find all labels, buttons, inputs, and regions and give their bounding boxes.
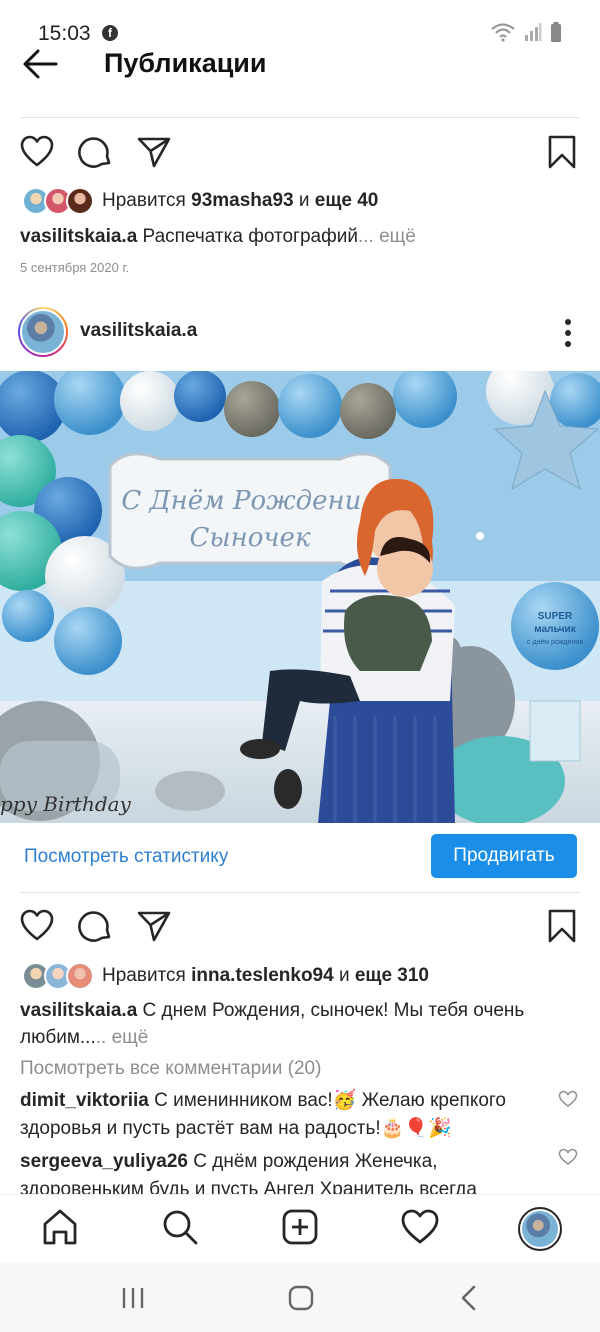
- status-icons: [490, 22, 562, 42]
- bottom-navigation: [0, 1194, 600, 1260]
- comment-icon[interactable]: [78, 134, 114, 170]
- divider: [20, 892, 580, 893]
- search-icon[interactable]: [158, 1205, 202, 1249]
- comment-username[interactable]: dimit_viktoriia: [20, 1090, 149, 1111]
- post-photo[interactable]: С Днём Рождения Сыночек SUPER мальчик с …: [0, 371, 600, 823]
- bookmark-icon[interactable]: [544, 908, 580, 944]
- profile-avatar[interactable]: [18, 307, 68, 357]
- back-arrow-icon[interactable]: [20, 46, 60, 82]
- view-insights-link[interactable]: Посмотреть статистику: [24, 846, 228, 868]
- liker-username[interactable]: 93masha93: [191, 190, 293, 211]
- back-button-icon[interactable]: [454, 1284, 484, 1312]
- wifi-icon: [491, 23, 515, 42]
- likes-prefix: Нравится: [102, 190, 192, 211]
- comment-icon[interactable]: [78, 908, 114, 944]
- liker-avatars: [20, 186, 96, 216]
- more-options-icon[interactable]: [562, 318, 574, 348]
- post1-action-row: [0, 130, 600, 174]
- like-heart-icon[interactable]: [19, 134, 55, 170]
- likes-others-count[interactable]: еще 310: [355, 965, 429, 986]
- top-header: Публикации: [0, 40, 600, 88]
- home-icon[interactable]: [38, 1205, 82, 1249]
- post2-likes-row[interactable]: Нравится inna.teslenko94 и еще 310: [20, 961, 429, 991]
- page-title: Публикации: [104, 48, 267, 78]
- post1-likes-row[interactable]: Нравится 93masha93 и еще 40: [20, 186, 378, 216]
- avatar: [66, 187, 94, 215]
- comment-username[interactable]: sergeeva_yuliya26: [20, 1151, 188, 1172]
- caption-username[interactable]: vasilitskaia.a: [20, 1000, 137, 1021]
- balloon-text-line2: мальчик: [534, 624, 576, 635]
- view-all-comments-link[interactable]: Посмотреть все комментарии (20): [20, 1058, 321, 1080]
- likes-summary: Нравится inna.teslenko94 и еще 310: [102, 965, 429, 987]
- avatar: [66, 962, 94, 990]
- post2-header: vasilitskaia.a: [0, 304, 600, 362]
- likes-conjunction: и: [333, 965, 355, 986]
- caption-text: Распечатка фотографий: [137, 226, 358, 247]
- recent-apps-icon[interactable]: [118, 1284, 148, 1312]
- likes-prefix: Нравится: [102, 965, 192, 986]
- profile-avatar[interactable]: [518, 1207, 562, 1251]
- caption-username[interactable]: vasilitskaia.a: [20, 226, 137, 247]
- add-post-icon[interactable]: [278, 1205, 322, 1249]
- balloon-text-line1: SUPER: [538, 611, 573, 622]
- likes-conjunction: и: [293, 190, 315, 211]
- banner-text-line1: С Днём Рождения: [121, 486, 378, 516]
- battery-icon: [551, 22, 561, 42]
- post2-caption: vasilitskaia.a С днем Рождения, сыночек!…: [20, 997, 580, 1051]
- post2-action-row: [0, 904, 600, 948]
- home-button-icon[interactable]: [286, 1284, 316, 1312]
- facebook-notification-icon: f: [102, 25, 118, 41]
- comment-like-heart-icon[interactable]: [558, 1090, 578, 1108]
- post1-caption: vasilitskaia.a Распечатка фотографий... …: [20, 223, 580, 250]
- caption-more-link[interactable]: ... ещё: [358, 226, 416, 247]
- caption-more-link[interactable]: .. ещё: [96, 1027, 149, 1048]
- signal-icon: [525, 23, 542, 41]
- liker-username[interactable]: inna.teslenko94: [191, 965, 334, 986]
- like-heart-icon[interactable]: [19, 908, 55, 944]
- bookmark-icon[interactable]: [544, 134, 580, 170]
- birthday-text: ppy Birthday: [0, 792, 132, 816]
- post-date: 5 сентября 2020 г.: [20, 260, 130, 275]
- banner-text-line2: Сыночек: [190, 523, 311, 553]
- likes-others-count[interactable]: еще 40: [315, 190, 379, 211]
- comment-like-heart-icon[interactable]: [558, 1148, 578, 1166]
- divider: [20, 117, 580, 118]
- post-author-username[interactable]: vasilitskaia.a: [80, 320, 197, 342]
- liker-avatars: [20, 961, 96, 991]
- likes-summary: Нравится 93masha93 и еще 40: [102, 190, 378, 212]
- post-photo-illustration: С Днём Рождения Сыночек SUPER мальчик с …: [0, 371, 600, 823]
- balloon-text-line3: с днём рождения: [527, 639, 583, 646]
- activity-heart-icon[interactable]: [398, 1205, 442, 1249]
- comment-item: dimit_viktoriia С именинником вас!🥳 Жела…: [20, 1087, 550, 1143]
- share-send-icon[interactable]: [136, 134, 172, 170]
- share-send-icon[interactable]: [136, 908, 172, 944]
- promote-button[interactable]: Продвигать: [431, 834, 577, 878]
- system-navigation-bar: [0, 1262, 600, 1332]
- insights-row: Посмотреть статистику Продвигать: [0, 834, 600, 880]
